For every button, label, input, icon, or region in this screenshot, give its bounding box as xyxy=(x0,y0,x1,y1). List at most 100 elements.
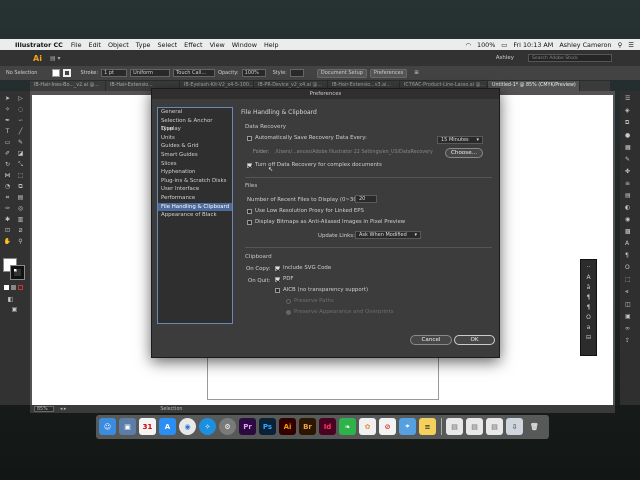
menubar-clock[interactable]: Fri 10:13 AM xyxy=(513,41,553,49)
dock-notes-icon[interactable]: ≡ xyxy=(419,418,436,435)
appearance-icon[interactable]: ◉ xyxy=(625,216,631,223)
glyphs-icon[interactable]: a xyxy=(587,324,591,331)
curvature-tool-icon[interactable]: ∽ xyxy=(16,116,25,125)
update-links-select[interactable]: Ask When Modified ▾ xyxy=(355,231,421,239)
status-mode[interactable]: Selection xyxy=(160,407,182,412)
turn-off-recovery-checkbox[interactable] xyxy=(247,162,252,168)
free-transform-icon[interactable]: ⬚ xyxy=(16,171,25,180)
battery-icon[interactable]: ▭ xyxy=(501,41,507,49)
dock-maps-icon[interactable]: ⌖ xyxy=(399,418,416,435)
draw-mode-icon[interactable]: ◧ xyxy=(6,295,15,304)
screen-mode-icon[interactable]: ▣ xyxy=(10,305,19,314)
stroke-color-swatch[interactable] xyxy=(10,265,25,280)
brush-definition[interactable]: Touch Call... xyxy=(173,69,216,77)
rectangle-tool-icon[interactable]: ▭ xyxy=(3,138,12,147)
low-res-proxy-checkbox[interactable] xyxy=(247,208,252,214)
pdf-checkbox[interactable] xyxy=(275,276,280,282)
document-tab-active[interactable]: Untitled-1* @ 85% (CMYK/Preview) xyxy=(488,81,580,91)
autosave-interval-select[interactable]: 15 Minutes ▾ xyxy=(437,136,483,144)
dock-calendar-icon[interactable]: 31 xyxy=(139,418,156,435)
variable-width-profile[interactable]: Uniform xyxy=(130,69,171,77)
symbols-icon[interactable]: ✤ xyxy=(625,168,631,175)
gradient-mode-icon[interactable] xyxy=(11,285,16,290)
dock-chrome-icon[interactable]: ◉ xyxy=(179,418,196,435)
gradient-panel-icon[interactable]: ▤ xyxy=(625,192,631,199)
menu-type[interactable]: Type xyxy=(136,41,151,49)
autosave-checkbox[interactable] xyxy=(247,135,252,141)
stroke-label[interactable]: Stroke: xyxy=(80,70,98,76)
menu-view[interactable]: View xyxy=(210,41,225,49)
rotate-tool-icon[interactable]: ↻ xyxy=(3,160,12,169)
libraries-icon[interactable]: ⧉ xyxy=(625,119,631,127)
transform-icon[interactable]: ⬚ xyxy=(625,276,631,283)
dock-preview-icon[interactable]: ▣ xyxy=(119,418,136,435)
properties-icon[interactable]: ☰ xyxy=(625,95,631,102)
menu-object[interactable]: Object xyxy=(108,41,129,49)
cancel-button[interactable]: Cancel xyxy=(410,335,452,345)
transparency-icon[interactable]: ◐ xyxy=(625,204,631,211)
category-general[interactable]: General xyxy=(158,108,232,117)
menu-select[interactable]: Select xyxy=(157,41,177,49)
category-file-handling-clipboard[interactable]: File Handling & Clipboard xyxy=(158,202,232,212)
hand-tool-icon[interactable]: ✋ xyxy=(3,237,12,246)
symbol-sprayer-icon[interactable]: ✱ xyxy=(3,215,12,224)
graph-tool-icon[interactable]: ▥ xyxy=(16,215,25,224)
menu-app-name[interactable]: Illustrator CC xyxy=(15,41,63,49)
eraser-tool-icon[interactable]: ◪ xyxy=(16,149,25,158)
graphic-style-picker[interactable] xyxy=(289,69,304,77)
artboard-nav-icon[interactable]: ◂ ▸ xyxy=(60,407,66,412)
dock-premiere-icon[interactable]: Pr xyxy=(239,418,256,435)
document-setup-button[interactable]: Document Setup xyxy=(316,68,367,78)
dock-news-icon[interactable]: ⊘ xyxy=(379,418,396,435)
selection-tool-icon[interactable]: ➤ xyxy=(3,94,12,103)
style-label[interactable]: Style: xyxy=(273,70,287,76)
fill-swatch[interactable] xyxy=(52,69,61,77)
category-user-interface[interactable]: User Interface xyxy=(158,185,232,194)
shape-builder-icon[interactable]: ◔ xyxy=(3,182,12,191)
spotlight-icon[interactable]: ⚲ xyxy=(618,41,623,49)
asset-export-icon[interactable]: ⇪ xyxy=(625,337,631,344)
menu-window[interactable]: Window xyxy=(232,41,257,49)
preserve-appearance-radio[interactable] xyxy=(286,309,291,315)
layers-icon[interactable]: ◈ xyxy=(625,107,631,114)
category-slices[interactable]: Slices xyxy=(158,160,232,169)
category-units[interactable]: Units xyxy=(158,134,232,143)
choose-folder-button[interactable]: Choose... xyxy=(445,148,483,158)
lasso-tool-icon[interactable]: ◌ xyxy=(16,105,25,114)
menubar-user[interactable]: Ashley Cameron xyxy=(559,41,611,49)
dock-photoshop-icon[interactable]: Ps xyxy=(259,418,276,435)
stroke-panel-icon[interactable]: ≡ xyxy=(625,180,631,187)
color-mode-icon[interactable] xyxy=(4,285,9,290)
notification-center-icon[interactable]: ☰ xyxy=(628,41,634,49)
dock-document-icon[interactable]: ▤ xyxy=(466,418,483,435)
dock-trash-icon[interactable]: 🗑 xyxy=(526,418,543,435)
paragraph-icon[interactable]: ¶ xyxy=(625,252,631,259)
dock-bridge-icon[interactable]: Br xyxy=(299,418,316,435)
dock-document-icon[interactable]: ▤ xyxy=(446,418,463,435)
category-hyphenation[interactable]: Hyphenation xyxy=(158,168,232,177)
dock-finder-icon[interactable]: ☺ xyxy=(99,418,116,435)
paragraph-styles-icon[interactable]: ¶ xyxy=(587,304,591,311)
category-smart-guides[interactable]: Smart Guides xyxy=(158,151,232,160)
magic-wand-icon[interactable]: ✧ xyxy=(3,105,12,114)
opentype-panel-icon[interactable]: O xyxy=(586,314,591,321)
links-icon[interactable]: ∞ xyxy=(625,325,631,332)
none-mode-icon[interactable] xyxy=(18,285,23,290)
mesh-tool-icon[interactable]: ⌗ xyxy=(3,193,12,202)
paragraph-panel-icon[interactable]: ¶ xyxy=(587,294,591,301)
category-guides-grid[interactable]: Guides & Grid xyxy=(158,142,232,151)
swatches-icon[interactable]: ▦ xyxy=(625,144,631,151)
opacity-field[interactable]: 100% xyxy=(241,69,266,77)
direct-selection-tool-icon[interactable]: ▷ xyxy=(16,94,25,103)
stroke-weight-field[interactable]: 1 pt xyxy=(101,69,128,77)
dock-appstore-icon[interactable]: A xyxy=(159,418,176,435)
artboard-tool-icon[interactable]: ⊡ xyxy=(3,226,12,235)
dock-safari-icon[interactable]: ✧ xyxy=(199,418,216,435)
brushes-icon[interactable]: ✎ xyxy=(625,156,631,163)
zoom-tool-icon[interactable]: ⚲ xyxy=(16,237,25,246)
dock-document-icon[interactable]: ▤ xyxy=(486,418,503,435)
dock-evernote-icon[interactable]: ❧ xyxy=(339,418,356,435)
character-styles-icon[interactable]: ā xyxy=(587,284,591,291)
character-icon[interactable]: A xyxy=(625,240,631,247)
type-tool-icon[interactable]: T xyxy=(3,127,12,136)
